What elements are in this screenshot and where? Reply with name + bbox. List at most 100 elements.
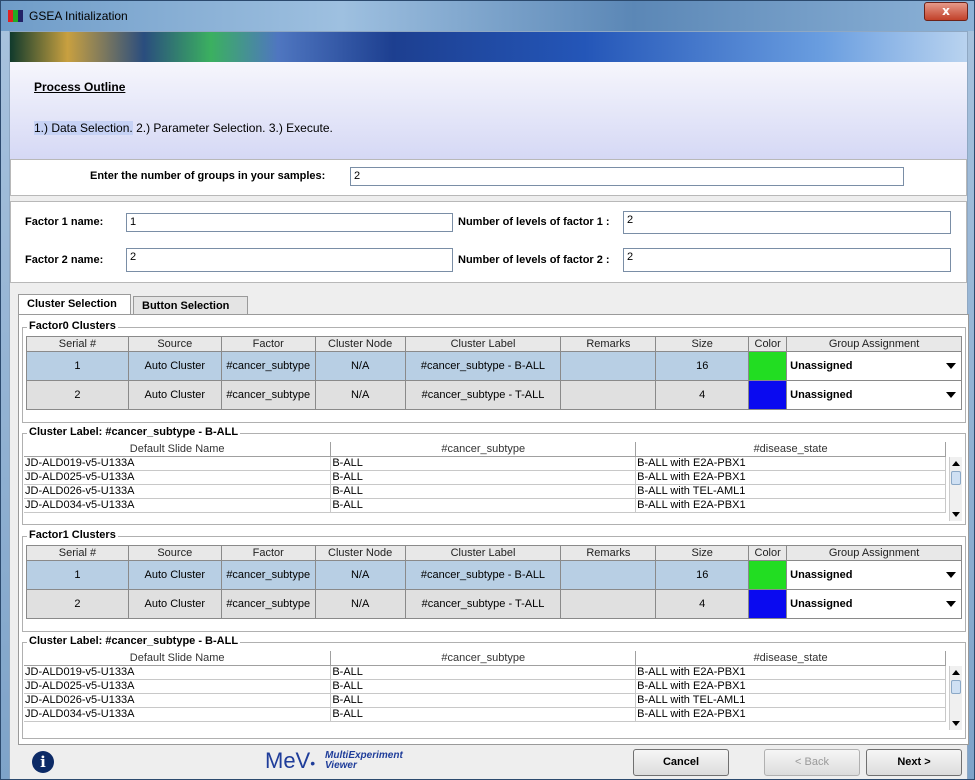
table-row[interactable]: JD-ALD025-v5-U133A B-ALL B-ALL with E2A-PB… [24, 470, 946, 485]
cell: B-ALL with E2A-PBX1 [635, 498, 946, 513]
table-row[interactable]: 2 Auto Cluster #cancer_subtype N/A #canc… [26, 380, 962, 410]
logo-sub2: Viewer [325, 760, 357, 771]
next-button[interactable]: Next > [866, 749, 962, 776]
sample-header-row: Default Slide Name #cancer_subtype #dise… [24, 651, 946, 666]
scrollbar[interactable] [949, 666, 962, 730]
cell: B-ALL with TEL-AML1 [635, 693, 946, 708]
group-assignment-select[interactable]: Unassigned [786, 380, 962, 410]
col-source[interactable]: Source [127, 545, 222, 561]
cell-source: Auto Cluster [127, 351, 222, 381]
cell-source: Auto Cluster [127, 560, 222, 590]
factor0-clusters-title: Factor0 Clusters [27, 320, 118, 332]
col-serial[interactable]: Serial # [26, 336, 129, 352]
col-size[interactable]: Size [655, 545, 750, 561]
cell-node: N/A [314, 351, 406, 381]
col-disease-state[interactable]: #disease_state [635, 442, 946, 457]
col-group-assignment[interactable]: Group Assignment [786, 545, 962, 561]
cluster-selection-panel: Factor0 Clusters Serial # Source Factor … [18, 314, 969, 745]
col-source[interactable]: Source [127, 336, 222, 352]
col-remarks[interactable]: Remarks [560, 545, 657, 561]
cell: JD-ALD026-v5-U133A [24, 693, 332, 708]
factor1-name-input[interactable]: 1 [126, 213, 453, 232]
group-assignment-select[interactable]: Unassigned [786, 560, 962, 590]
group-assignment-select[interactable]: Unassigned [786, 589, 962, 619]
chevron-down-icon[interactable] [946, 363, 956, 369]
close-button[interactable]: x [924, 2, 968, 21]
cell: JD-ALD019-v5-U133A [24, 456, 332, 471]
cell: B-ALL [330, 484, 637, 499]
col-serial[interactable]: Serial # [26, 545, 129, 561]
scroll-up-arrow-icon[interactable] [952, 670, 960, 675]
col-cluster-node[interactable]: Cluster Node [314, 336, 406, 352]
color-swatch[interactable] [748, 589, 788, 619]
groups-input[interactable]: 2 [350, 167, 904, 186]
col-cluster-label[interactable]: Cluster Label [404, 336, 562, 352]
factor2-levels-input[interactable]: 2 [623, 248, 951, 272]
table-row[interactable]: JD-ALD034-v5-U133A B-ALL B-ALL with E2A-PB… [24, 707, 946, 722]
cancel-button[interactable]: Cancel [633, 749, 729, 776]
table-row[interactable]: JD-ALD019-v5-U133A B-ALL B-ALL with E2A-PB… [24, 456, 946, 471]
tab-cluster-selection[interactable]: Cluster Selection [18, 294, 131, 316]
cluster-label1-title: Cluster Label: #cancer_subtype - B-ALL [27, 635, 241, 647]
cell: B-ALL [330, 707, 637, 722]
col-remarks[interactable]: Remarks [560, 336, 657, 352]
step-execute: 3.) Execute. [268, 121, 333, 135]
cell: JD-ALD034-v5-U133A [24, 707, 332, 722]
scroll-down-arrow-icon[interactable] [952, 721, 960, 726]
back-button[interactable]: < Back [764, 749, 860, 776]
col-color[interactable]: Color [748, 336, 788, 352]
col-cluster-node[interactable]: Cluster Node [314, 545, 406, 561]
col-factor[interactable]: Factor [220, 336, 316, 352]
scroll-thumb[interactable] [951, 680, 961, 694]
chevron-down-icon[interactable] [946, 392, 956, 398]
factor1-cluster-table: Serial # Source Factor Cluster Node Clus… [26, 545, 962, 619]
process-outline-title: Process Outline [34, 80, 126, 94]
col-cancer-subtype[interactable]: #cancer_subtype [330, 651, 637, 666]
color-swatch[interactable] [748, 380, 788, 410]
scroll-thumb[interactable] [951, 471, 961, 485]
col-slide-name[interactable]: Default Slide Name [24, 651, 332, 666]
scrollbar[interactable] [949, 457, 962, 521]
col-group-assignment[interactable]: Group Assignment [786, 336, 962, 352]
table-row[interactable]: JD-ALD025-v5-U133A B-ALL B-ALL with E2A-PB… [24, 679, 946, 694]
scroll-up-arrow-icon[interactable] [952, 461, 960, 466]
factor1-levels-label: Number of levels of factor 1 : [458, 216, 610, 228]
col-cancer-subtype[interactable]: #cancer_subtype [330, 442, 637, 457]
chevron-down-icon[interactable] [946, 601, 956, 607]
cluster-label1-table: Default Slide Name #cancer_subtype #dise… [24, 651, 946, 722]
cluster-label0-table: Default Slide Name #cancer_subtype #dise… [24, 442, 946, 513]
cell-factor: #cancer_subtype [220, 380, 316, 410]
tab-button-selection[interactable]: Button Selection [133, 296, 248, 316]
info-icon[interactable]: i [32, 751, 54, 773]
cell-node: N/A [314, 560, 406, 590]
table-row[interactable]: JD-ALD026-v5-U133A B-ALL B-ALL with TEL-AM… [24, 484, 946, 499]
factor1-levels-input[interactable]: 2 [623, 211, 951, 234]
factor2-name-input[interactable]: 2 [126, 248, 453, 272]
color-swatch[interactable] [748, 560, 788, 590]
group-assignment-select[interactable]: Unassigned [786, 351, 962, 381]
chevron-down-icon[interactable] [946, 572, 956, 578]
table-row[interactable]: JD-ALD019-v5-U133A B-ALL B-ALL with E2A-PB… [24, 665, 946, 680]
table-row[interactable]: JD-ALD026-v5-U133A B-ALL B-ALL with TEL-AM… [24, 693, 946, 708]
cell: JD-ALD026-v5-U133A [24, 484, 332, 499]
cell-serial: 1 [26, 560, 129, 590]
col-disease-state[interactable]: #disease_state [635, 651, 946, 666]
app-icon [8, 10, 23, 22]
table-row[interactable]: 2 Auto Cluster #cancer_subtype N/A #canc… [26, 589, 962, 619]
col-slide-name[interactable]: Default Slide Name [24, 442, 332, 457]
col-size[interactable]: Size [655, 336, 750, 352]
scroll-down-arrow-icon[interactable] [952, 512, 960, 517]
cell-label: #cancer_subtype - T-ALL [404, 380, 562, 410]
col-cluster-label[interactable]: Cluster Label [404, 545, 562, 561]
cell-size: 4 [655, 380, 750, 410]
factor1-name-label: Factor 1 name: [25, 216, 104, 228]
col-color[interactable]: Color [748, 545, 788, 561]
table-row[interactable]: 1 Auto Cluster #cancer_subtype N/A #canc… [26, 351, 962, 381]
color-swatch[interactable] [748, 351, 788, 381]
table-row[interactable]: JD-ALD034-v5-U133A B-ALL B-ALL with E2A-PB… [24, 498, 946, 513]
table-row[interactable]: 1 Auto Cluster #cancer_subtype N/A #canc… [26, 560, 962, 590]
title-bar[interactable]: GSEA Initialization x [1, 1, 974, 31]
col-factor[interactable]: Factor [220, 545, 316, 561]
cell-source: Auto Cluster [127, 589, 222, 619]
cell-factor: #cancer_subtype [220, 560, 316, 590]
